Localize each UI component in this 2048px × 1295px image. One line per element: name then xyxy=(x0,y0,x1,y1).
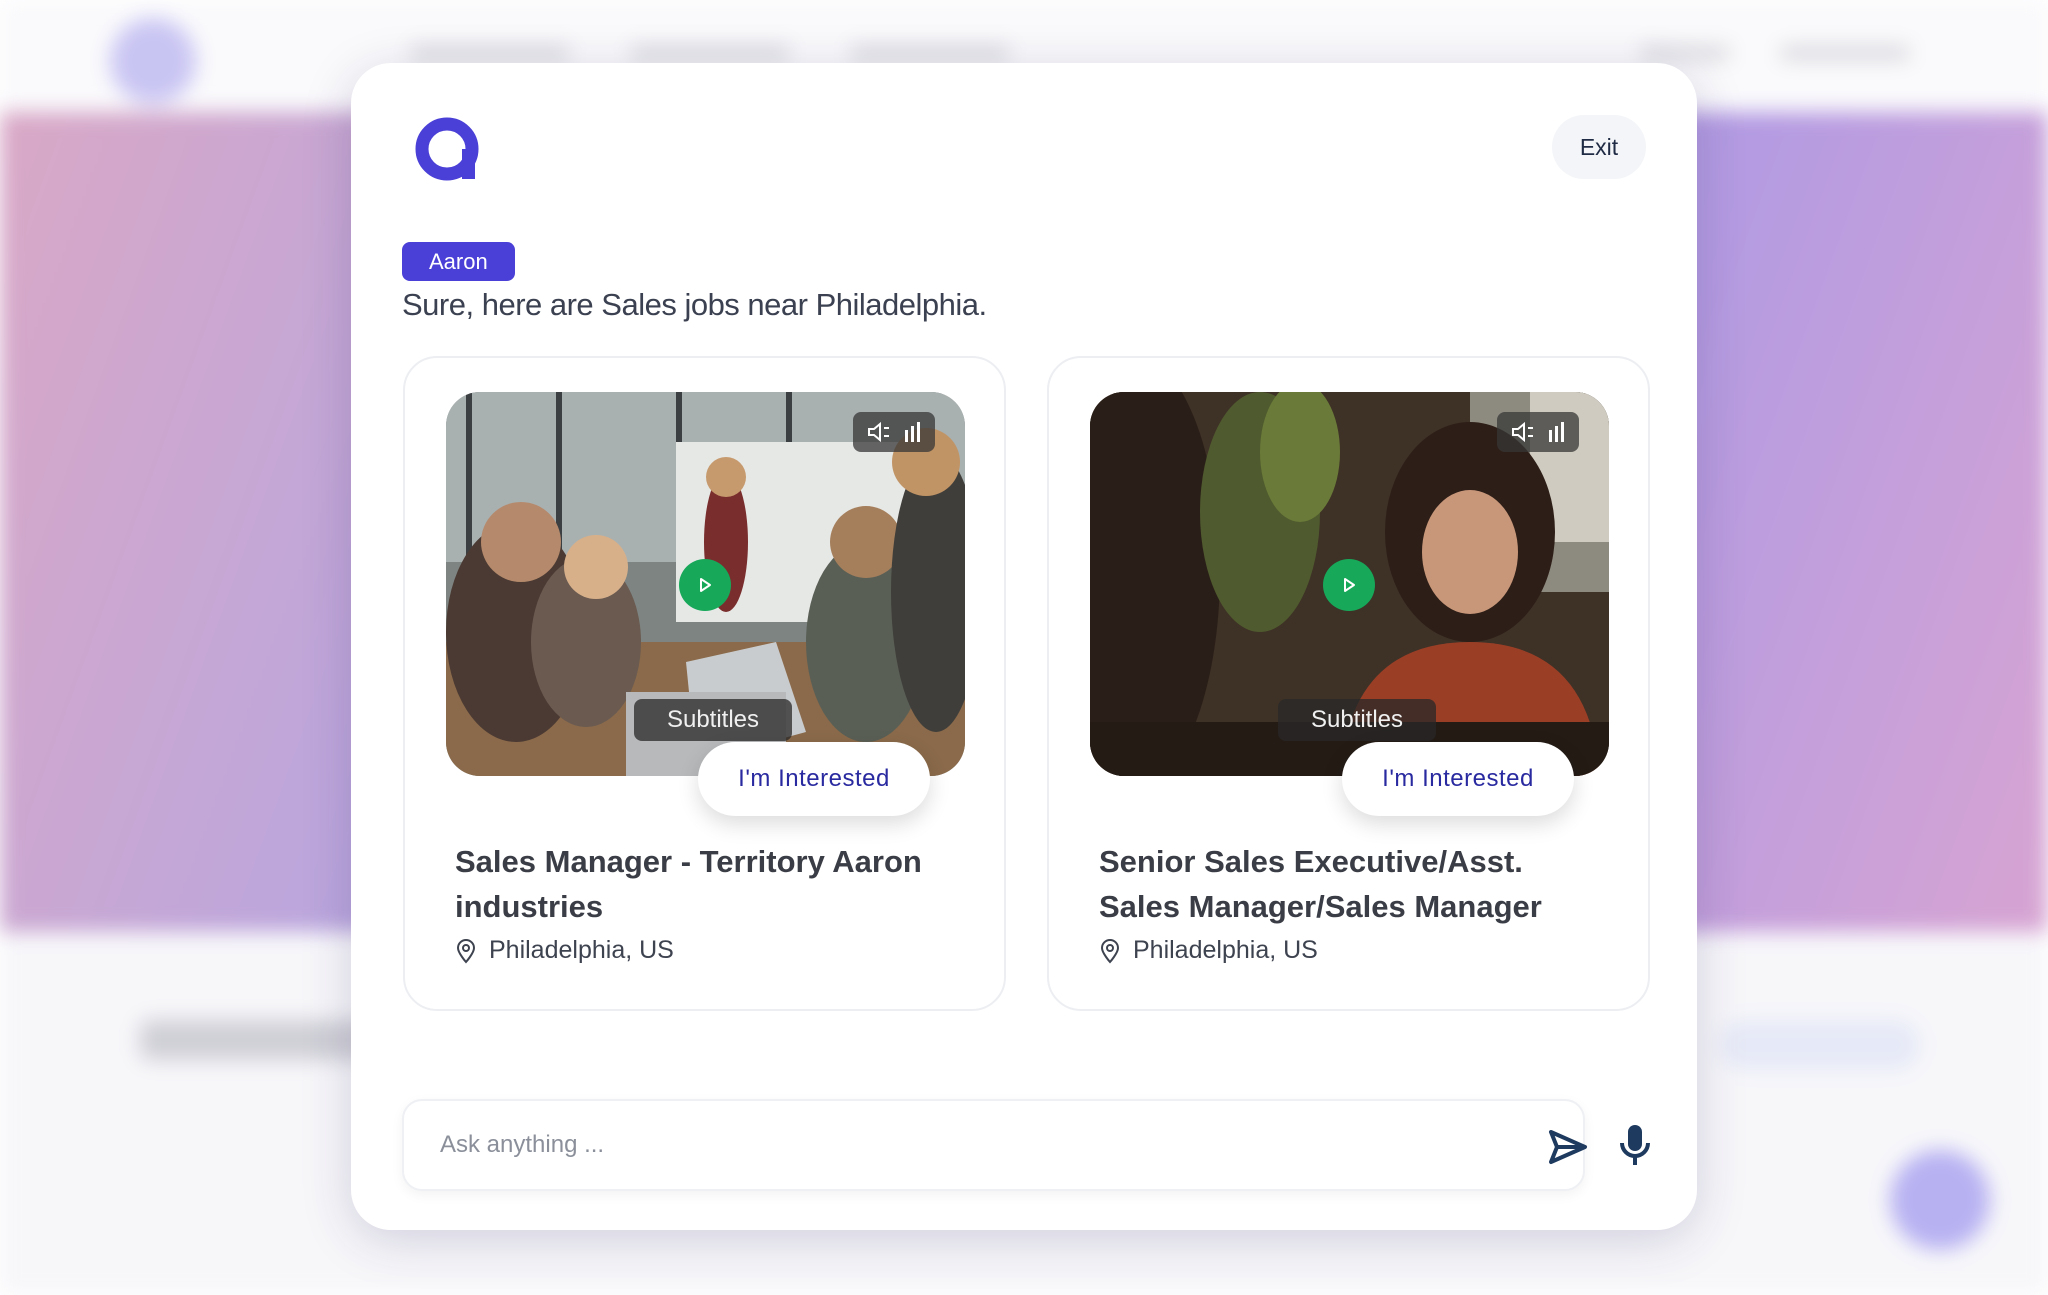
background-nav-item xyxy=(630,46,790,60)
background-chat-fab xyxy=(1890,1150,1990,1250)
job-card[interactable]: Subtitles I'm Interested Senior Sales Ex… xyxy=(1047,356,1650,1011)
speaker-muted-icon[interactable] xyxy=(867,421,893,443)
speaker-muted-icon[interactable] xyxy=(1511,421,1537,443)
interested-button[interactable]: I'm Interested xyxy=(1342,742,1574,816)
job-video[interactable]: Subtitles xyxy=(446,392,965,776)
location-pin-icon xyxy=(1100,938,1120,964)
exit-button[interactable]: Exit xyxy=(1552,115,1646,179)
play-icon xyxy=(700,578,711,592)
job-title[interactable]: Senior Sales Executive/Asst. Sales Manag… xyxy=(1099,839,1609,929)
volume-bars-icon[interactable] xyxy=(904,421,922,443)
agent-name-badge: Aaron xyxy=(402,242,515,281)
subtitles-button[interactable]: Subtitles xyxy=(1278,699,1436,741)
background-button xyxy=(1720,1020,1920,1070)
job-location-text: Philadelphia, US xyxy=(1133,936,1318,964)
background-logo xyxy=(110,18,196,104)
background-nav-item xyxy=(1780,46,1910,60)
audio-controls[interactable] xyxy=(853,412,935,452)
job-location: Philadelphia, US xyxy=(1099,936,1318,965)
send-button[interactable] xyxy=(1544,1125,1592,1169)
audio-controls[interactable] xyxy=(1497,412,1579,452)
play-icon xyxy=(1344,578,1355,592)
chat-modal: Exit Aaron Sure, here are Sales jobs nea… xyxy=(351,63,1697,1230)
job-location: Philadelphia, US xyxy=(455,936,674,965)
job-title[interactable]: Sales Manager - Territory Aaron industri… xyxy=(455,839,965,929)
brand-logo-icon xyxy=(415,117,479,181)
interested-button[interactable]: I'm Interested xyxy=(698,742,930,816)
background-nav-item xyxy=(1640,46,1730,60)
send-icon xyxy=(1549,1130,1587,1164)
subtitles-button[interactable]: Subtitles xyxy=(634,699,792,741)
location-pin-icon xyxy=(456,938,476,964)
agent-message: Sure, here are Sales jobs near Philadelp… xyxy=(402,287,987,322)
volume-bars-icon[interactable] xyxy=(1548,421,1566,443)
play-button[interactable] xyxy=(679,559,731,611)
job-video[interactable]: Subtitles xyxy=(1090,392,1609,776)
background-nav-item xyxy=(410,46,570,60)
background-nav-item xyxy=(850,46,1010,60)
chat-input-box[interactable] xyxy=(402,1099,1587,1191)
play-button[interactable] xyxy=(1323,559,1375,611)
job-location-text: Philadelphia, US xyxy=(489,936,674,964)
job-card[interactable]: Subtitles I'm Interested Sales Manager -… xyxy=(403,356,1006,1011)
microphone-icon xyxy=(1620,1125,1650,1165)
microphone-button[interactable] xyxy=(1612,1121,1658,1171)
chat-input[interactable] xyxy=(440,1101,1440,1189)
